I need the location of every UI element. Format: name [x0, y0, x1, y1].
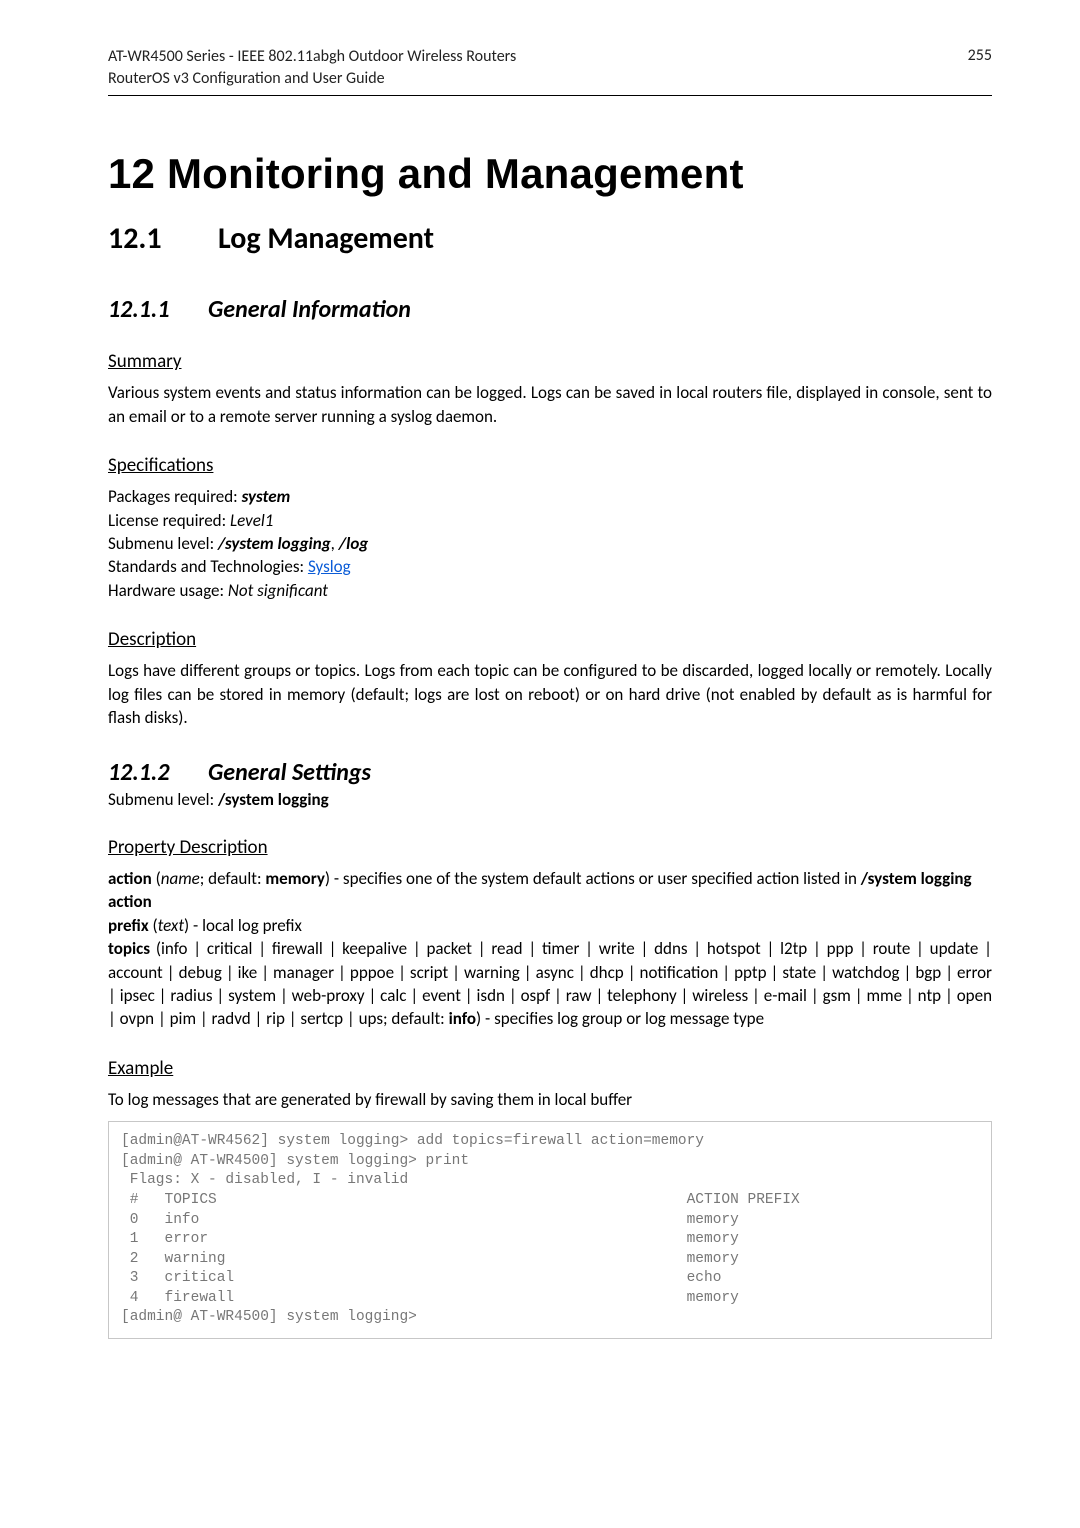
header-line2: RouterOS v3 Configuration and User Guide — [108, 68, 516, 90]
spec-hardware: Hardware usage: Not significant — [108, 579, 992, 602]
subsection-number: 12.1.2 — [108, 758, 184, 787]
spec-sep: , — [331, 533, 339, 554]
prop-name: topics — [108, 938, 150, 959]
spec-label: Packages required: — [108, 486, 242, 507]
spec-value: Not significant — [228, 580, 328, 601]
syslog-link[interactable]: Syslog — [308, 556, 351, 577]
prop-type: text — [158, 915, 184, 936]
example-heading: Example — [108, 1057, 992, 1080]
running-header: AT-WR4500 Series - IEEE 802.11abgh Outdo… — [108, 46, 992, 89]
description-heading: Description — [108, 628, 992, 651]
t: ( — [149, 915, 158, 936]
code-block: [admin@AT-WR4562] system logging> add to… — [108, 1121, 992, 1339]
t: ) - specifies one of the system default … — [325, 868, 861, 889]
specifications-heading: Specifications — [108, 454, 992, 477]
subsection-title: General Information — [208, 295, 411, 324]
spec-label: License required: — [108, 510, 230, 531]
subsection-number: 12.1.1 — [108, 295, 184, 324]
submenu-value: /system logging — [218, 789, 329, 810]
submenu-level-line: Submenu level: /system logging — [108, 789, 992, 810]
t: ) - local log prefix — [184, 915, 302, 936]
summary-heading: Summary — [108, 350, 992, 373]
spec-label: Standards and Technologies: — [108, 556, 308, 577]
example-intro: To log messages that are generated by fi… — [108, 1088, 992, 1111]
prop-default: memory — [265, 868, 325, 889]
header-left: AT-WR4500 Series - IEEE 802.11abgh Outdo… — [108, 46, 516, 89]
description-text: Logs have different groups or topics. Lo… — [108, 659, 992, 729]
submenu-label: Submenu level: — [108, 789, 218, 810]
spec-license: License required: Level1 — [108, 509, 992, 532]
prop-name: prefix — [108, 915, 149, 936]
prop-topics: topics (info | critical | firewall | kee… — [108, 937, 992, 1031]
spec-label: Hardware usage: — [108, 580, 228, 601]
subsection-title: General Settings — [208, 758, 371, 787]
spec-submenu: Submenu level: /system logging, /log — [108, 532, 992, 555]
spec-label: Submenu level: — [108, 533, 218, 554]
t: ) - specifies log group or log message t… — [476, 1008, 764, 1029]
section-12-1: 12.1 Log Management — [108, 220, 992, 257]
t: ; default: — [200, 868, 266, 889]
spec-value: /log — [339, 533, 369, 554]
summary-text: Various system events and status informa… — [108, 381, 992, 428]
section-title: Log Management — [218, 220, 434, 257]
header-rule — [108, 95, 992, 96]
spec-value: /system logging — [218, 533, 331, 554]
t: ( — [152, 868, 161, 889]
page-number: 255 — [968, 46, 992, 89]
spec-packages: Packages required: system — [108, 485, 992, 508]
prop-name: action — [108, 868, 152, 889]
page: AT-WR4500 Series - IEEE 802.11abgh Outdo… — [0, 0, 1080, 1528]
subsection-12-1-2: 12.1.2 General Settings — [108, 758, 992, 787]
prop-action: action (name; default: memory) - specifi… — [108, 867, 992, 914]
prop-type: name — [161, 868, 200, 889]
chapter-title: 12 Monitoring and Management — [108, 150, 992, 198]
prop-prefix: prefix (text) - local log prefix — [108, 914, 992, 937]
spec-value: Level1 — [230, 510, 273, 531]
header-line1: AT-WR4500 Series - IEEE 802.11abgh Outdo… — [108, 46, 516, 68]
prop-default: info — [449, 1008, 476, 1029]
spec-standards: Standards and Technologies: Syslog — [108, 555, 992, 578]
spec-value: system — [242, 486, 291, 507]
section-number: 12.1 — [108, 220, 180, 257]
subsection-12-1-1: 12.1.1 General Information — [108, 295, 992, 324]
property-description-heading: Property Description — [108, 836, 992, 859]
